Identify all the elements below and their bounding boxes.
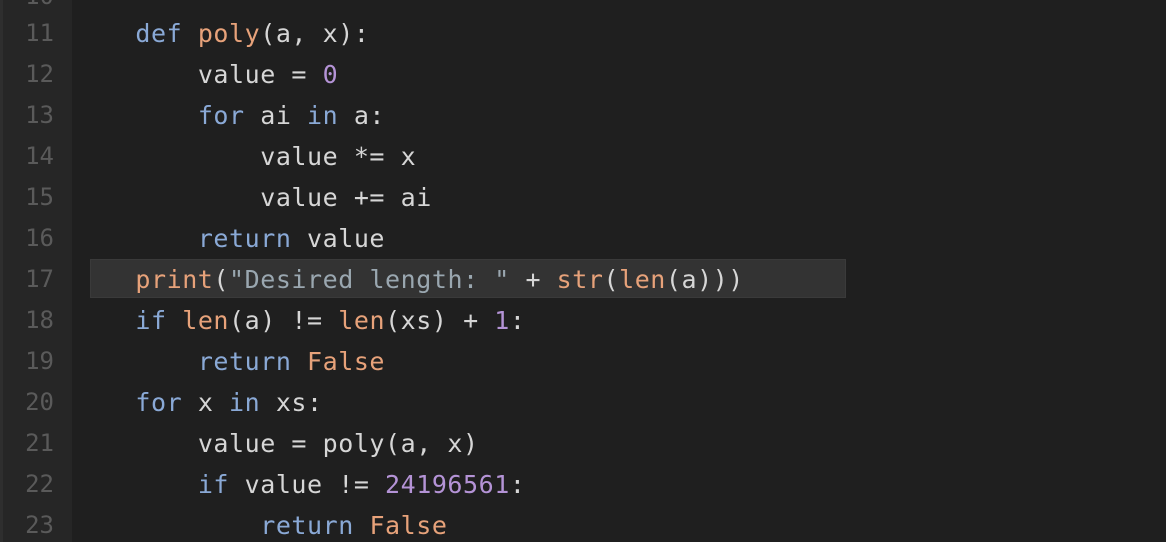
code-text[interactable]: return False xyxy=(73,505,447,542)
line-number: 16 xyxy=(25,224,54,252)
line-number: 23 xyxy=(25,511,54,539)
code-token: 0 xyxy=(322,60,339,89)
code-token: ( xyxy=(603,265,620,294)
code-token: 1 xyxy=(494,306,510,335)
code-token: def xyxy=(135,19,183,48)
code-token: a: xyxy=(338,101,386,130)
code-text[interactable]: def poly(a, x): xyxy=(73,13,369,54)
code-token: "Desired length: " xyxy=(229,265,510,294)
code-line-17[interactable]: 17 print("Desired length: " + str(len(a)… xyxy=(0,259,1166,300)
line-number: 12 xyxy=(25,60,54,88)
code-text[interactable]: value = 0 xyxy=(73,54,338,95)
code-token: str xyxy=(556,265,604,294)
code-token: : xyxy=(509,306,526,335)
code-editor[interactable]: 10 11 def poly(a, x):12 value = 013 for … xyxy=(0,0,1166,542)
line-number: 20 xyxy=(25,388,54,416)
code-token: value += ai xyxy=(260,183,432,212)
code-token: value = poly(a, x) xyxy=(197,429,479,458)
code-line-14[interactable]: 14 value *= x xyxy=(0,136,1166,177)
code-token: ( xyxy=(213,265,230,294)
code-text[interactable]: value += ai xyxy=(73,177,432,218)
code-text[interactable]: return False xyxy=(73,341,385,382)
code-token: (a, x): xyxy=(260,19,370,48)
code-line-22[interactable]: 22 if value != 24196561: xyxy=(0,464,1166,505)
code-line-20[interactable]: 20 for x in xs: xyxy=(0,382,1166,423)
code-token: (a) != xyxy=(229,306,339,335)
code-line-23[interactable]: 23 return False xyxy=(0,505,1166,542)
code-text[interactable]: if len(a) != len(xs) + 1: xyxy=(73,300,526,341)
code-token: if xyxy=(197,470,230,499)
code-token: value xyxy=(291,224,386,253)
code-line-13[interactable]: 13 for ai in a: xyxy=(0,95,1166,136)
partial-line-number: 10 xyxy=(0,0,54,8)
code-token: in xyxy=(229,388,261,417)
line-number: 19 xyxy=(25,347,54,375)
code-line-12[interactable]: 12 value = 0 xyxy=(0,54,1166,95)
code-token: len xyxy=(182,306,230,335)
code-token: in xyxy=(307,101,339,130)
code-token: print xyxy=(135,265,214,294)
line-number: 22 xyxy=(25,470,54,498)
code-token: for xyxy=(135,388,183,417)
line-number: 17 xyxy=(25,265,54,293)
line-number: 15 xyxy=(25,183,54,211)
line-number: 11 xyxy=(25,19,54,47)
code-text[interactable]: return value xyxy=(73,218,385,259)
code-text[interactable]: for ai in a: xyxy=(73,95,385,136)
line-number: 21 xyxy=(25,429,54,457)
line-number: 14 xyxy=(25,142,54,170)
code-token: return xyxy=(197,347,292,376)
code-token: len xyxy=(619,265,666,294)
code-token: x xyxy=(182,388,230,417)
code-text[interactable]: for x in xs: xyxy=(73,382,323,423)
code-line-21[interactable]: 21 value = poly(a, x) xyxy=(0,423,1166,464)
line-number: 13 xyxy=(25,101,54,129)
code-text[interactable]: value = poly(a, x) xyxy=(73,423,479,464)
code-token: 24196561 xyxy=(385,470,510,499)
code-token: value *= x xyxy=(260,142,417,171)
code-token: for xyxy=(197,101,245,130)
code-text[interactable]: print("Desired length: " + str(len(a))) xyxy=(73,259,744,300)
code-token: ai xyxy=(244,101,308,130)
code-line-19[interactable]: 19 return False xyxy=(0,341,1166,382)
code-line-11[interactable]: 11 def poly(a, x): xyxy=(0,13,1166,54)
code-token: : xyxy=(509,470,526,499)
code-token: poly xyxy=(197,19,261,48)
code-token: value != xyxy=(229,470,386,499)
code-token: if xyxy=(135,306,167,335)
code-text[interactable]: value *= x xyxy=(73,136,416,177)
code-line-15[interactable]: 15 value += ai xyxy=(0,177,1166,218)
code-token: (xs) + xyxy=(385,306,495,335)
code-token: False xyxy=(307,347,386,376)
code-line-18[interactable]: 18 if len(a) != len(xs) + 1: xyxy=(0,300,1166,341)
code-token: (a))) xyxy=(665,265,744,294)
code-token: len xyxy=(338,306,386,335)
code-token: return xyxy=(260,511,354,540)
code-token: False xyxy=(369,511,448,540)
code-token: + xyxy=(509,265,557,294)
code-token: xs: xyxy=(260,388,323,417)
line-number: 18 xyxy=(25,306,54,334)
code-token: value = xyxy=(197,60,323,89)
code-token: return xyxy=(197,224,292,253)
code-line-16[interactable]: 16 return value xyxy=(0,218,1166,259)
code-text[interactable]: if value != 24196561: xyxy=(73,464,525,505)
